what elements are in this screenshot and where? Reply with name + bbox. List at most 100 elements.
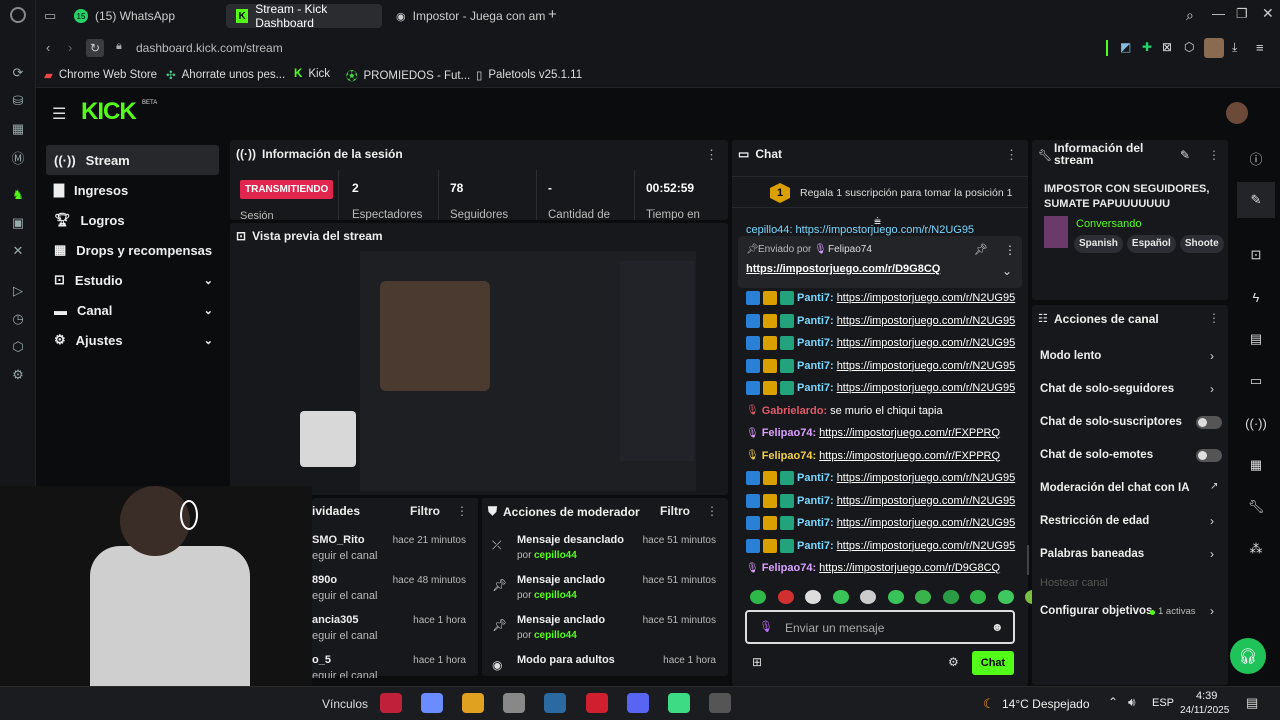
reload-icon[interactable]: ↻: [86, 39, 104, 57]
emote-icon[interactable]: [805, 590, 821, 604]
chat-username[interactable]: Panti7:: [797, 382, 834, 394]
close-window-icon[interactable]: ✕: [1262, 5, 1274, 22]
toggle-switch[interactable]: [1196, 449, 1222, 462]
volume-icon[interactable]: 🔊︎: [1128, 695, 1136, 710]
restore-icon[interactable]: ❐: [1236, 6, 1248, 22]
apps-icon[interactable]: ⁂: [1237, 531, 1275, 567]
profile-avatar[interactable]: [1204, 38, 1224, 58]
emote-icon[interactable]: [970, 590, 986, 604]
emote-icon[interactable]: [860, 590, 876, 604]
more-options-icon[interactable]: ⋮: [456, 504, 468, 518]
chevron-right-icon[interactable]: ›: [1210, 382, 1214, 396]
twitch-icon[interactable]: ▣: [9, 214, 27, 232]
bookmark-kick[interactable]: K Kick: [294, 68, 330, 80]
chat-message[interactable]: Panti7: https://impostorjuego.com/r/N2UG9…: [746, 514, 1015, 532]
channel-action-3[interactable]: Chat de solo-emotes: [1040, 449, 1153, 461]
emote-icon[interactable]: [832, 590, 849, 604]
refresh-icon[interactable]: ⟳: [9, 64, 27, 82]
activity-username[interactable]: SMO_Rito: [312, 534, 365, 546]
sidebar-item-logros[interactable]: 🏆︎ Logros: [46, 205, 219, 235]
obs-icon[interactable]: [709, 693, 731, 713]
chat-username[interactable]: Panti7:: [797, 517, 834, 529]
chat-text[interactable]: https://impostorjuego.com/r/FXPPRQ: [819, 450, 1000, 462]
aria-icon[interactable]: ⛁: [9, 92, 27, 110]
chat-message[interactable]: Panti7: https://impostorjuego.com/r/N2UG9…: [746, 379, 1015, 397]
toggle-switch[interactable]: [1196, 416, 1222, 429]
tag-chip[interactable]: Shoote: [1179, 235, 1224, 253]
back-icon[interactable]: ‹: [46, 40, 50, 55]
channel-action-8[interactable]: Configurar objetivos: [1040, 605, 1152, 617]
pin-icon[interactable]: 📌︎: [974, 243, 988, 256]
chat-text[interactable]: https://impostorjuego.com/r/N2UG95: [837, 517, 1016, 529]
channel-action-0[interactable]: Modo lento: [1040, 350, 1101, 362]
menu-icon[interactable]: ≡: [1256, 40, 1264, 55]
emote-icon[interactable]: [750, 590, 766, 604]
tab-menu-icon[interactable]: ▭: [44, 8, 56, 24]
chat-message[interactable]: Panti7: https://impostorjuego.com/r/N2UG9…: [746, 289, 1015, 307]
chat-message[interactable]: Panti7: https://impostorjuego.com/r/N2UG9…: [746, 492, 1015, 510]
chat-username[interactable]: Panti7:: [797, 315, 834, 327]
extensions-icon[interactable]: ⬡: [9, 338, 27, 356]
chat-icon[interactable]: ▭: [1237, 363, 1275, 399]
channel-action-1[interactable]: Chat de solo-seguidores: [1040, 383, 1174, 395]
channel-action-4[interactable]: Moderación del chat con IA: [1040, 482, 1190, 494]
chat-username[interactable]: Panti7:: [797, 292, 834, 304]
tag-chip[interactable]: Español: [1126, 235, 1176, 253]
clock-time[interactable]: 4:39: [1196, 690, 1217, 702]
pinned-message[interactable]: 📌︎ Enviado por 🎙︎ Felipao74 📌︎ ⋮ https:/…: [738, 236, 1022, 288]
android-icon[interactable]: [668, 693, 690, 713]
sidebar-item-drops[interactable]: ▦ Drops y recompensas: [46, 235, 219, 265]
minimize-icon[interactable]: —: [1212, 6, 1225, 21]
chat-text[interactable]: https://impostorjuego.com/r/N2UG95: [837, 540, 1016, 552]
broadcast-icon[interactable]: ((·)): [1237, 405, 1275, 441]
more-options-icon[interactable]: ⋮: [1208, 311, 1220, 325]
settings-icon[interactable]: ⚙: [9, 366, 27, 384]
emote-icon[interactable]: [777, 590, 794, 604]
chat-username[interactable]: Felipao74:: [762, 427, 816, 439]
chat-message[interactable]: 🎙︎ Felipao74: https://impostorjuego.com/r/…: [746, 559, 1000, 577]
kick-logo[interactable]: KICK: [81, 98, 137, 126]
chat-text[interactable]: https://impostorjuego.com/r/D9G8CQ: [819, 562, 1000, 574]
sidebar-item-ajustes[interactable]: ⚙ Ajustes ⌄: [46, 325, 219, 355]
tab-whatsapp[interactable]: 15 (15) WhatsApp: [64, 4, 224, 28]
chat-text[interactable]: https://impostorjuego.com/r/N2UG95: [837, 382, 1016, 394]
sidebar-item-ingresos[interactable]: ▇ Ingresos: [46, 175, 219, 205]
chat-message[interactable]: Panti7: https://impostorjuego.com/r/N2UG9…: [746, 537, 1015, 555]
mod-username[interactable]: cepillo44: [534, 630, 577, 641]
sidebar-item-stream[interactable]: ((·)) Stream: [46, 145, 219, 175]
emote-icon[interactable]: [887, 590, 904, 604]
chevron-right-icon[interactable]: ›: [1210, 547, 1214, 561]
discord-icon[interactable]: [627, 693, 649, 713]
chevron-right-icon[interactable]: ›: [1210, 604, 1214, 618]
gx-icon[interactable]: [380, 693, 402, 713]
url-text[interactable]: dashboard.kick.com/stream: [136, 41, 283, 55]
gift-leaderboard[interactable]: 1 Regala 1 suscripción para tomar la pos…: [732, 176, 1028, 208]
chat-scrollbar[interactable]: [1027, 545, 1029, 575]
clock-date[interactable]: 24/11/2025: [1180, 705, 1229, 716]
language-indicator[interactable]: ESP: [1152, 697, 1174, 709]
ext-3-icon[interactable]: ⊠: [1162, 40, 1172, 54]
ext-2-icon[interactable]: ✚: [1142, 40, 1152, 54]
chat-message[interactable]: Panti7: https://impostorjuego.com/r/N2UG9…: [746, 357, 1015, 375]
more-options-icon[interactable]: ⋮: [1208, 148, 1220, 162]
edit-icon[interactable]: ✎: [1180, 148, 1190, 162]
user-avatar[interactable]: [1226, 102, 1248, 124]
player-icon[interactable]: ▷: [9, 282, 27, 300]
chat-text[interactable]: https://impostorjuego.com/r/N2UG95: [837, 472, 1016, 484]
chevron-right-icon[interactable]: ›: [1210, 514, 1214, 528]
camera-icon[interactable]: ⊡: [1237, 237, 1275, 273]
weather-text[interactable]: 14°C Despejado: [1002, 697, 1090, 711]
taskbar-links[interactable]: Vínculos: [322, 697, 368, 711]
category-name[interactable]: Conversando: [1076, 218, 1141, 230]
channel-action-5[interactable]: Restricción de edad: [1040, 515, 1149, 527]
note-icon[interactable]: ▤: [1237, 321, 1275, 357]
chat-text[interactable]: https://impostorjuego.com/r/FXPPRQ: [819, 427, 1000, 439]
x-icon[interactable]: ✕: [9, 242, 27, 260]
copilot-icon[interactable]: [421, 693, 443, 713]
steam-icon[interactable]: [544, 693, 566, 713]
filter-button[interactable]: Filtro: [410, 504, 440, 518]
edit-icon[interactable]: ✎: [1237, 182, 1275, 218]
external-link-icon[interactable]: ↗: [1210, 481, 1218, 492]
forward-icon[interactable]: ›: [68, 40, 72, 55]
bolt-icon[interactable]: ϟ: [1237, 279, 1275, 315]
